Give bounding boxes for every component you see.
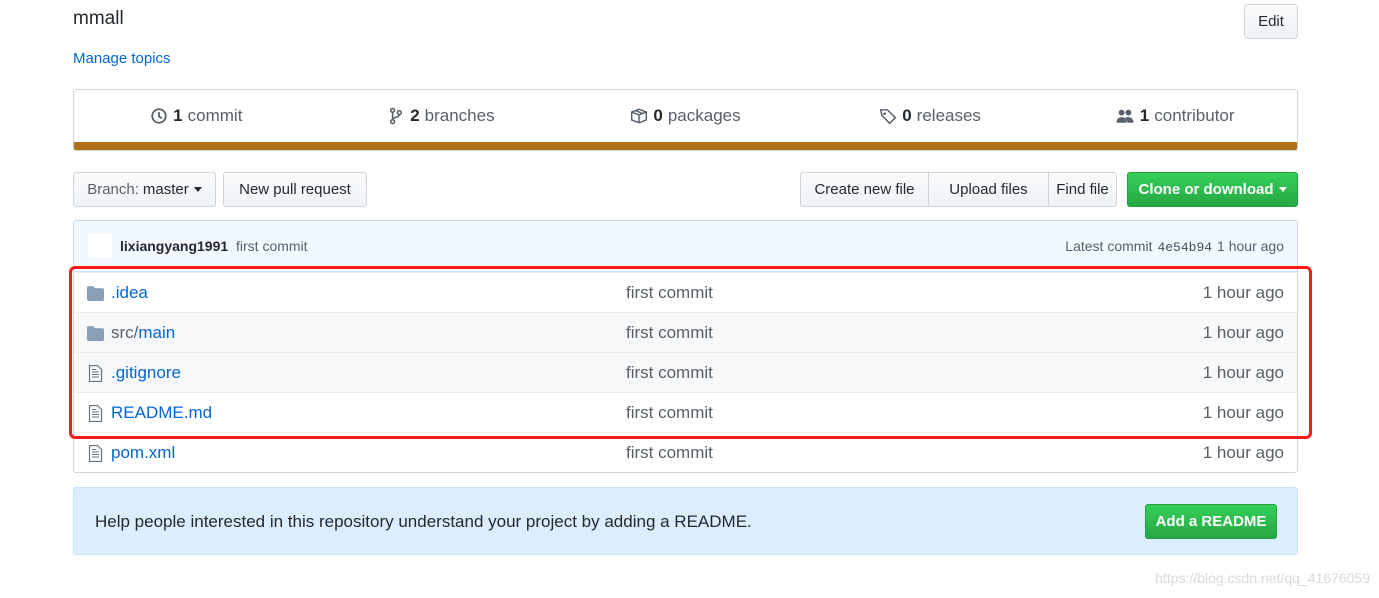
file-name-link[interactable]: src/main — [111, 323, 175, 343]
create-new-file-button[interactable]: Create new file — [800, 172, 929, 207]
file-age: 1 hour ago — [1202, 442, 1284, 462]
file-row: src/main first commit 1 hour ago — [74, 312, 1297, 352]
file-navigation: Branch: master New pull request Create n… — [73, 172, 1298, 207]
file-name-link[interactable]: pom.xml — [111, 443, 175, 463]
releases-label: releases — [916, 106, 981, 125]
file-commit-message[interactable]: first commit — [626, 443, 713, 463]
file-row: .idea first commit 1 hour ago — [74, 272, 1297, 312]
commit-message-link[interactable]: first commit — [236, 238, 308, 254]
readme-prompt-text: Help people interested in this repositor… — [95, 512, 752, 531]
latest-commit-label: Latest commit — [1065, 238, 1153, 254]
branches-label: branches — [424, 106, 495, 125]
file-icon — [88, 365, 103, 382]
file-age: 1 hour ago — [1202, 362, 1284, 382]
commits-label: commit — [187, 106, 243, 125]
new-pull-request-button[interactable]: New pull request — [223, 172, 367, 207]
file-name: README.md — [111, 402, 213, 422]
manage-topics-link[interactable]: Manage topics — [73, 50, 171, 67]
watermark: https://blog.csdn.net/qq_41676059 — [1155, 570, 1370, 586]
file-name: pom.xml — [111, 442, 176, 462]
branches-count: 2 — [410, 106, 420, 125]
file-name-link[interactable]: .idea — [111, 283, 148, 303]
upload-files-button[interactable]: Upload files — [928, 172, 1049, 207]
file-name: .idea — [111, 282, 148, 302]
edit-button[interactable]: Edit — [1244, 4, 1298, 39]
file-list: lixiangyang1991 first commit Latest comm… — [73, 220, 1298, 473]
file-age: 1 hour ago — [1202, 402, 1284, 422]
people-icon — [1116, 109, 1134, 123]
branch-select-button[interactable]: Branch: master — [73, 172, 216, 207]
file-icon — [88, 445, 103, 462]
file-commit-message[interactable]: first commit — [626, 323, 713, 343]
commit-age: 1 hour ago — [1217, 238, 1284, 254]
language-bar[interactable] — [74, 142, 1297, 150]
repo-summary: 1 commit 2 branches 0 packages 0 release… — [73, 89, 1298, 151]
file-age: 1 hour ago — [1202, 282, 1284, 302]
file-icon — [88, 405, 103, 422]
file-row: pom.xml first commit 1 hour ago — [74, 432, 1297, 472]
file-commit-message[interactable]: first commit — [626, 403, 713, 423]
branch-prefix: Branch: — [87, 181, 139, 198]
history-icon — [151, 108, 167, 124]
branch-name: master — [142, 181, 189, 198]
clone-label: Clone or download — [1138, 181, 1274, 198]
add-readme-button[interactable]: Add a README — [1145, 504, 1277, 539]
file-name-link[interactable]: .gitignore — [111, 363, 181, 383]
file-commit-message[interactable]: first commit — [626, 283, 713, 303]
latest-commit: Latest commit 4e54b94 1 hour ago — [1065, 238, 1284, 255]
packages-label: packages — [667, 106, 741, 125]
package-icon — [631, 108, 648, 124]
find-file-button[interactable]: Find file — [1048, 172, 1117, 207]
commit-tease: lixiangyang1991 first commit Latest comm… — [74, 221, 1297, 272]
file-age: 1 hour ago — [1202, 322, 1284, 342]
file-row: .gitignore first commit 1 hour ago — [74, 352, 1297, 392]
branches-count-link[interactable]: 2 branches — [319, 90, 564, 142]
contributors-label: contributor — [1154, 106, 1235, 125]
commits-count: 1 — [173, 106, 183, 125]
releases-count-link[interactable]: 0 releases — [808, 90, 1053, 142]
releases-count: 0 — [902, 106, 912, 125]
file-commit-message[interactable]: first commit — [626, 363, 713, 383]
repo-description: mmall — [73, 8, 124, 29]
avatar[interactable] — [88, 233, 112, 257]
folder-icon — [87, 326, 104, 341]
packages-count: 0 — [653, 106, 663, 125]
commits-count-link[interactable]: 1 commit — [74, 90, 319, 142]
tag-icon — [879, 109, 897, 125]
file-name: main — [138, 322, 176, 342]
file-row: README.md first commit 1 hour ago — [74, 392, 1297, 432]
caret-down-icon — [193, 187, 202, 192]
contributors-count-link[interactable]: 1 contributor — [1052, 90, 1297, 142]
commit-author-link[interactable]: lixiangyang1991 — [120, 238, 228, 254]
file-name-link[interactable]: README.md — [111, 403, 212, 423]
file-path-prefix: src/ — [111, 322, 139, 342]
contributors-count: 1 — [1139, 106, 1150, 125]
readme-prompt: Help people interested in this repositor… — [73, 487, 1298, 555]
caret-down-icon — [1278, 187, 1287, 192]
branch-icon — [390, 107, 403, 125]
commit-sha-link[interactable]: 4e54b94 — [1157, 240, 1212, 255]
folder-icon — [87, 286, 104, 301]
file-name: .gitignore — [111, 362, 181, 382]
clone-or-download-button[interactable]: Clone or download — [1127, 172, 1298, 207]
packages-count-link[interactable]: 0 packages — [563, 90, 808, 142]
